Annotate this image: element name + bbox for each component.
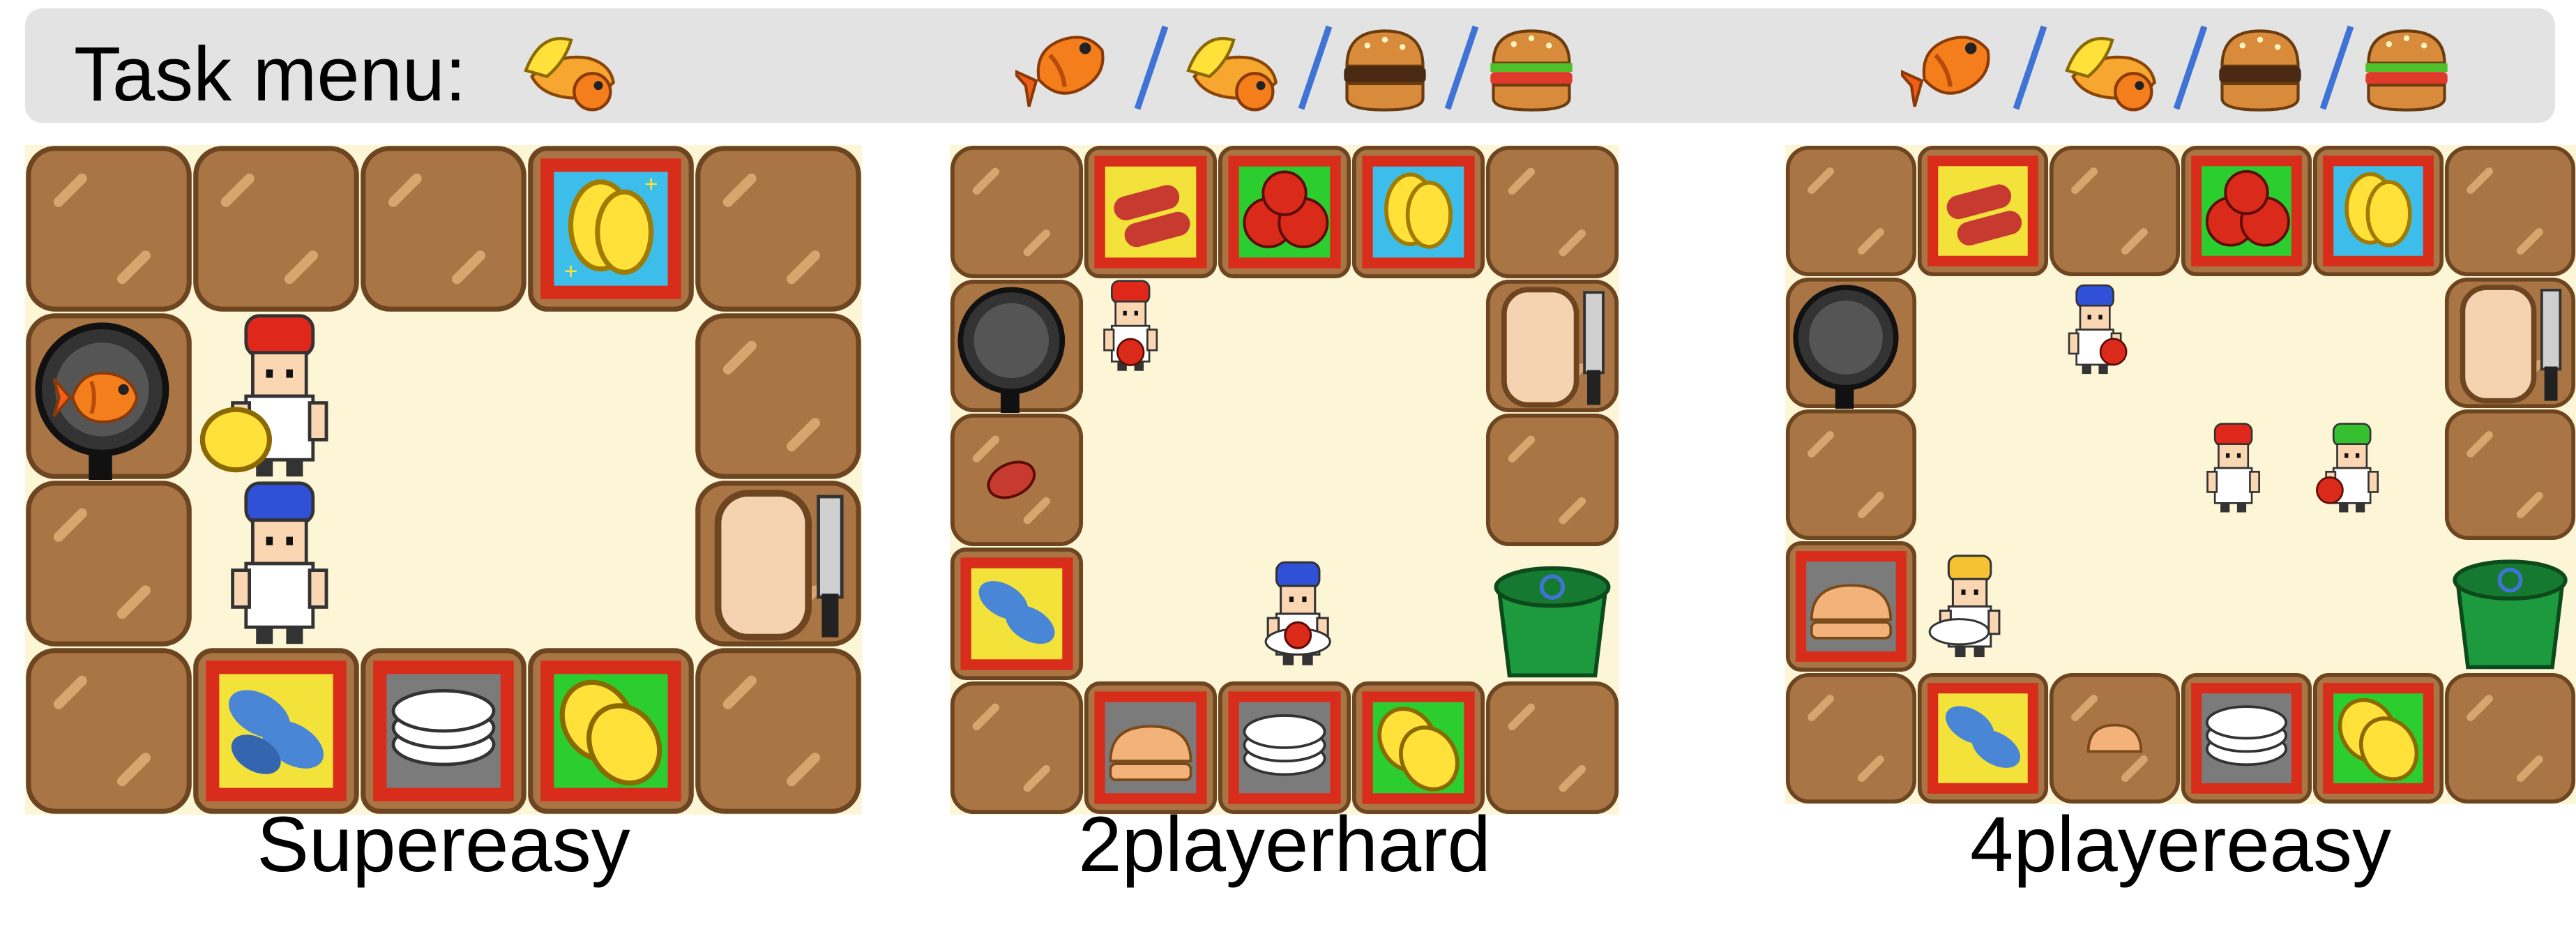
counter: [363, 149, 524, 309]
fish-chips-icon: [2047, 25, 2159, 116]
level-caption-supereasy: Supereasy: [257, 801, 630, 888]
fish-crate: [1920, 675, 2046, 801]
counter: [698, 149, 858, 309]
fish-chips-icon: [1169, 25, 1280, 116]
chopping-board: [2447, 280, 2573, 406]
counter: [953, 148, 1081, 276]
counter: [1788, 675, 1914, 801]
counter: [29, 149, 189, 309]
plate-stack: [2183, 675, 2310, 801]
level-4playereasy: [1785, 145, 2576, 804]
burger-lettuce-icon: [1479, 25, 1584, 116]
task-menu-bar: Task menu:: [25, 8, 2555, 123]
bun-crate: [1788, 543, 1914, 670]
separator-slash: [1298, 25, 1333, 110]
fried-fish-icon: [1901, 24, 2006, 121]
bun-crate: [1086, 684, 1215, 812]
separator-slash: [1134, 25, 1169, 110]
burger-lettuce-icon: [2354, 25, 2459, 116]
red-chef-holding-tomato: [1103, 280, 1158, 372]
counter: [29, 651, 189, 811]
red-chef: [2206, 423, 2260, 513]
counter: [698, 651, 858, 811]
potato-crate: ++: [531, 149, 691, 309]
counter-with-meat: [953, 416, 1081, 544]
counter: [29, 483, 189, 644]
counter: [1488, 148, 1616, 276]
counter: [2447, 148, 2573, 274]
fish-crate: [953, 550, 1081, 678]
counter: [1788, 148, 1914, 274]
counter: [2052, 148, 2178, 274]
level-caption-2playerhard: 2playerhard: [1078, 801, 1491, 888]
plate-stack: [363, 651, 524, 811]
trash-bin: [2453, 559, 2568, 670]
counter: [1488, 684, 1616, 812]
counter: [953, 684, 1081, 812]
fish-chips-icon: [506, 25, 618, 116]
separator-slash: [2013, 25, 2047, 110]
potato-crate: [1354, 148, 1483, 276]
lemon-crate: [1354, 684, 1483, 812]
pan-station: [953, 282, 1081, 413]
separator-slash: [1444, 25, 1479, 110]
svg-text:+: +: [644, 172, 658, 197]
counter: [1488, 416, 1616, 544]
blue-chef: [233, 483, 326, 644]
counter: [2447, 675, 2573, 801]
lemon-crate: [2315, 675, 2441, 801]
counter: [698, 316, 858, 476]
counter: [2447, 412, 2573, 538]
chopping-board: [698, 483, 858, 644]
fish-crate: [196, 651, 356, 811]
task-menu-label: Task menu:: [74, 31, 467, 117]
tomato-crate: [1220, 148, 1349, 276]
plate-stack: [1220, 684, 1349, 812]
counter-with-bun: [2052, 675, 2178, 801]
counter: [196, 149, 356, 309]
sausage-crate: [1920, 148, 2046, 274]
tomato-crate: [2183, 148, 2310, 274]
burger-icon: [1333, 25, 1437, 116]
counter: [1788, 412, 1914, 538]
pan-station: [29, 316, 189, 480]
separator-slash: [2173, 25, 2208, 110]
level-2playerhard: [950, 145, 1619, 815]
chopping-board: [1488, 282, 1616, 410]
trash-bin: [1494, 566, 1611, 678]
lemon-crate: [531, 651, 691, 811]
fried-fish-icon: [1015, 24, 1120, 121]
separator-slash: [2319, 25, 2354, 110]
burger-icon: [2208, 25, 2312, 116]
potato-crate: [2315, 148, 2441, 274]
pan-station: [1788, 280, 1914, 409]
level-caption-4playereasy: 4playereasy: [1970, 801, 2391, 888]
sausage-crate: [1086, 148, 1215, 276]
level-supereasy: ++: [25, 145, 862, 815]
svg-text:+: +: [564, 259, 578, 285]
